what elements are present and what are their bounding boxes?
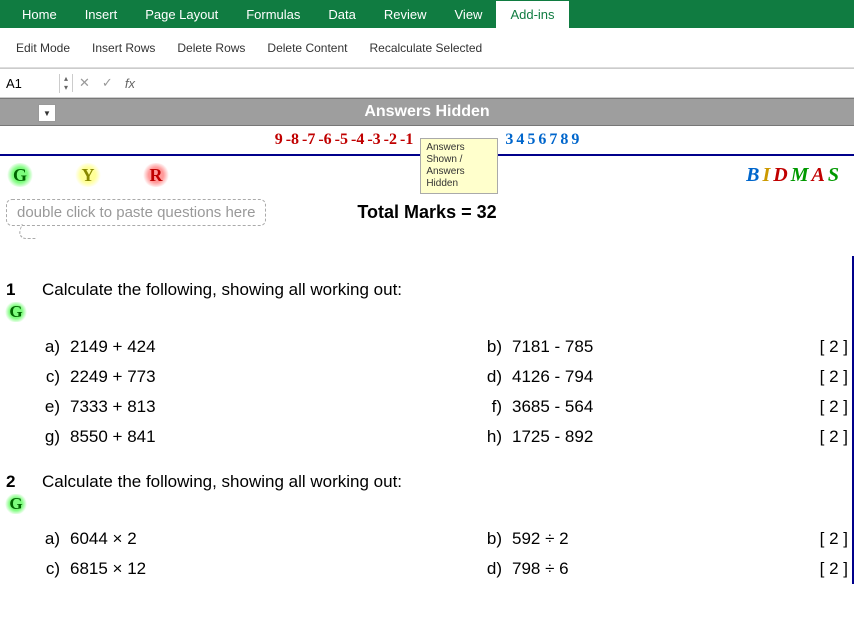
question-text: Calculate the following, showing all wor…	[42, 472, 402, 492]
question-header: 2 Calculate the following, showing all wo…	[6, 472, 848, 492]
r-badge[interactable]: R	[142, 163, 170, 187]
part-expression: 798 ÷ 6	[512, 559, 569, 579]
part-label: f)	[476, 397, 512, 417]
part-expression: 1725 - 892	[512, 427, 593, 447]
part-expression: 592 ÷ 2	[512, 529, 569, 549]
numline-neg[interactable]: -6	[318, 131, 331, 149]
numline-pos[interactable]: 7	[549, 131, 557, 149]
question-part-row: a)2149 + 424 b)7181 - 785 [ 2 ]	[6, 332, 848, 362]
question-part-row: a)6044 × 2 b)592 ÷ 2 [ 2 ]	[6, 524, 848, 554]
question-part-row: e)7333 + 813 f)3685 - 564 [ 2 ]	[6, 392, 848, 422]
marks: [ 2 ]	[820, 397, 848, 417]
difficulty-badge[interactable]: G	[4, 302, 28, 322]
part-expression: 7181 - 785	[512, 337, 593, 357]
numline-neg[interactable]: -7	[302, 131, 315, 149]
part-label: d)	[476, 367, 512, 387]
part-label: a)	[34, 529, 70, 549]
numline-pos[interactable]: 9	[571, 131, 579, 149]
addin-delete-rows[interactable]: Delete Rows	[169, 37, 253, 59]
part-expression: 6044 × 2	[70, 529, 137, 549]
part-label: d)	[476, 559, 512, 579]
answers-header: ▼ Answers Hidden	[0, 98, 854, 126]
cancel-icon[interactable]: ✕	[73, 75, 96, 91]
marks: [ 2 ]	[820, 367, 848, 387]
question-number: 2	[6, 472, 24, 492]
part-expression: 7333 + 813	[70, 397, 156, 417]
ribbon-tab-home[interactable]: Home	[8, 1, 71, 28]
cell-ref-stepper[interactable]: ▴▾	[60, 74, 73, 92]
question-number: 1	[6, 280, 24, 300]
difficulty-badge[interactable]: G	[4, 494, 28, 514]
addin-insert-rows[interactable]: Insert Rows	[84, 37, 163, 59]
y-badge[interactable]: Y	[74, 163, 102, 187]
marks: [ 2 ]	[820, 529, 848, 549]
addin-recalculate-selected[interactable]: Recalculate Selected	[361, 37, 490, 59]
g-badge[interactable]: G	[6, 163, 34, 187]
part-label: g)	[34, 427, 70, 447]
total-marks: Total Marks = 32	[357, 202, 496, 223]
part-expression: 2249 + 773	[70, 367, 156, 387]
part-label: c)	[34, 559, 70, 579]
question-part-row: g)8550 + 841 h)1725 - 892 [ 2 ]	[6, 422, 848, 452]
numline-pos[interactable]: 6	[538, 131, 546, 149]
part-expression: 8550 + 841	[70, 427, 156, 447]
cell-reference-input[interactable]	[0, 74, 60, 93]
answers-tooltip: Answers Shown / Answers Hidden	[420, 138, 498, 194]
marks: [ 2 ]	[820, 427, 848, 447]
paste-row: double click to paste questions here Tot…	[0, 194, 854, 230]
question-text: Calculate the following, showing all wor…	[42, 280, 402, 300]
accept-icon[interactable]: ✓	[96, 75, 119, 91]
addin-toolbar: Edit Mode Insert Rows Delete Rows Delete Co…	[0, 28, 854, 68]
ribbon-tab-formulas[interactable]: Formulas	[232, 1, 314, 28]
marks: [ 2 ]	[820, 337, 848, 357]
ribbon-tabs: HomeInsertPage LayoutFormulasDataReviewV…	[0, 0, 854, 28]
marks: [ 2 ]	[820, 559, 848, 579]
numline-neg[interactable]: -4	[351, 131, 364, 149]
question-part-row: c)2249 + 773 d)4126 - 794 [ 2 ]	[6, 362, 848, 392]
numline-neg[interactable]: -1	[400, 131, 413, 149]
part-label: b)	[476, 337, 512, 357]
part-label: h)	[476, 427, 512, 447]
addin-delete-content[interactable]: Delete Content	[259, 37, 355, 59]
ribbon-tab-data[interactable]: Data	[314, 1, 369, 28]
numline-pos[interactable]: 5	[527, 131, 535, 149]
question-header: 1 Calculate the following, showing all wo…	[6, 280, 848, 300]
number-line: 9 -8 -7 -6 -5 -4 -3 -2 -1 Answers Shown …	[0, 126, 854, 156]
fx-label[interactable]: fx	[119, 76, 141, 91]
question-part-row: c)6815 × 12 d)798 ÷ 6 [ 2 ]	[6, 554, 848, 584]
part-label: b)	[476, 529, 512, 549]
part-expression: 6815 × 12	[70, 559, 146, 579]
numline-neg[interactable]: -5	[335, 131, 348, 149]
part-label: c)	[34, 367, 70, 387]
addin-edit-mode[interactable]: Edit Mode	[8, 37, 78, 59]
part-expression: 3685 - 564	[512, 397, 593, 417]
numline-neg[interactable]: -2	[384, 131, 397, 149]
numline-neg[interactable]: -8	[286, 131, 299, 149]
part-expression: 4126 - 794	[512, 367, 593, 387]
part-label: e)	[34, 397, 70, 417]
worksheet: ▼ Answers Hidden 9 -8 -7 -6 -5 -4 -3 -2 …	[0, 98, 854, 584]
answers-title: Answers Hidden	[364, 103, 489, 121]
ribbon-tab-review[interactable]: Review	[370, 1, 441, 28]
formula-bar: ▴▾ ✕ ✓ fx	[0, 68, 854, 98]
ribbon-tab-view[interactable]: View	[441, 1, 497, 28]
numline-pos[interactable]: 3	[505, 131, 513, 149]
ribbon-tab-add-ins[interactable]: Add-ins	[496, 1, 568, 28]
part-expression: 2149 + 424	[70, 337, 156, 357]
questions-area: 1 Calculate the following, showing all wo…	[0, 230, 854, 584]
paste-hint-box[interactable]: double click to paste questions here	[6, 199, 266, 226]
numline-neg[interactable]: 9	[275, 131, 283, 149]
ribbon-tab-page-layout[interactable]: Page Layout	[131, 1, 232, 28]
ribbon-tab-insert[interactable]: Insert	[71, 1, 132, 28]
dropdown-icon[interactable]: ▼	[38, 104, 56, 122]
bidmas-logo: BIDMAS	[746, 164, 842, 187]
part-label: a)	[34, 337, 70, 357]
numline-pos[interactable]: 8	[560, 131, 568, 149]
numline-pos[interactable]: 4	[516, 131, 524, 149]
numline-neg[interactable]: -3	[367, 131, 380, 149]
